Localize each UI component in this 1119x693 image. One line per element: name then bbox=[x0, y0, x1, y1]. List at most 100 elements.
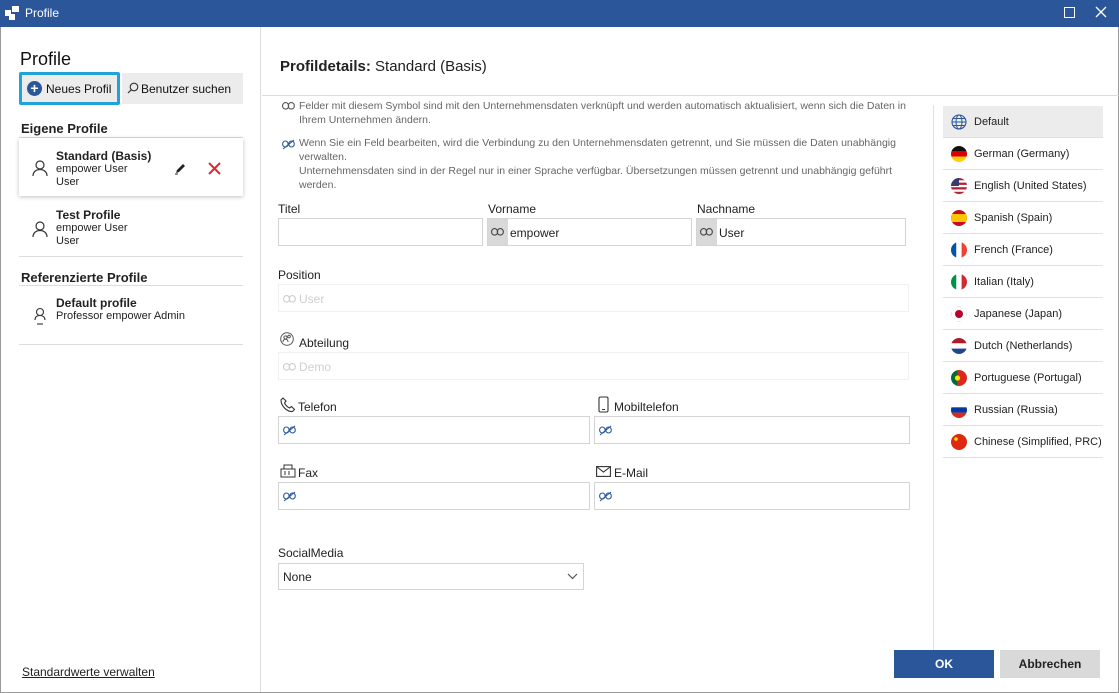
nachname-value: User bbox=[719, 226, 745, 240]
language-item-french[interactable]: French (France) bbox=[943, 234, 1103, 266]
link-icon bbox=[282, 102, 295, 110]
mobile-phone-icon bbox=[598, 396, 609, 413]
mobiltelefon-label: Mobiltelefon bbox=[614, 400, 679, 414]
fax-label: Fax bbox=[298, 466, 319, 480]
position-input: User bbox=[278, 284, 909, 312]
profile-sidebar: Profile + Neues Profil Benutzer suchen E… bbox=[1, 27, 261, 692]
language-item-japanese[interactable]: Japanese (Japan) bbox=[943, 298, 1103, 330]
info-linked-text: Felder mit diesem Symbol sind mit den Un… bbox=[299, 100, 906, 126]
profile-user: empower User bbox=[56, 222, 128, 234]
socialmedia-value: None bbox=[283, 570, 312, 584]
ok-button[interactable]: OK bbox=[894, 650, 994, 678]
language-item-portuguese[interactable]: Portuguese (Portugal) bbox=[943, 362, 1103, 394]
vorname-label: Vorname bbox=[488, 202, 537, 216]
language-item-italian[interactable]: Italian (Italy) bbox=[943, 266, 1103, 298]
info-unlinked-line2: Unternehmensdaten sind in der Regel nur … bbox=[299, 165, 893, 191]
own-profiles-title: Eigene Profile bbox=[21, 121, 108, 136]
user-icon bbox=[32, 221, 48, 238]
abteilung-value: Demo bbox=[299, 360, 332, 374]
language-item-russian[interactable]: Russian (Russia) bbox=[943, 394, 1103, 426]
app-icon bbox=[5, 6, 19, 20]
close-window-icon[interactable] bbox=[1091, 4, 1111, 22]
delete-x-icon[interactable] bbox=[207, 161, 222, 176]
language-list: Default German (Germany) English (United… bbox=[943, 106, 1103, 458]
unlink-icon bbox=[599, 425, 612, 436]
divider bbox=[933, 105, 934, 663]
edit-pencil-icon[interactable] bbox=[174, 162, 187, 175]
vorname-value: empower bbox=[510, 226, 560, 240]
divider bbox=[19, 285, 243, 286]
flag-pt-icon bbox=[951, 370, 967, 386]
profile-role: User bbox=[56, 235, 80, 247]
user-shared-icon bbox=[34, 307, 46, 325]
language-item-chinese[interactable]: Chinese (Simplified, PRC) bbox=[943, 426, 1103, 458]
manage-defaults-link[interactable]: Standardwerte verwalten bbox=[22, 665, 155, 679]
mobiltelefon-input[interactable] bbox=[594, 416, 910, 444]
profile-role: User bbox=[56, 176, 80, 188]
titel-input[interactable] bbox=[278, 218, 483, 246]
email-label: E-Mail bbox=[614, 466, 649, 480]
position-label: Position bbox=[278, 268, 321, 282]
phone-icon bbox=[280, 397, 296, 413]
nachname-input[interactable]: User bbox=[696, 218, 906, 246]
unlink-icon bbox=[283, 491, 296, 502]
flag-fr-icon bbox=[951, 242, 967, 258]
fax-input[interactable] bbox=[278, 482, 590, 510]
language-item-english[interactable]: English (United States) bbox=[943, 170, 1103, 202]
fax-icon bbox=[280, 464, 296, 478]
unlink-icon bbox=[282, 139, 295, 150]
link-icon bbox=[488, 219, 508, 245]
new-profile-button[interactable]: + Neues Profil bbox=[19, 72, 120, 105]
language-label: Default bbox=[974, 116, 1009, 128]
flag-de-icon bbox=[951, 146, 967, 162]
profile-item-standard[interactable]: Standard (Basis) empower User User bbox=[19, 138, 243, 196]
link-icon bbox=[697, 219, 717, 245]
language-label: Japanese (Japan) bbox=[974, 308, 1063, 320]
language-label: English (United States) bbox=[974, 180, 1087, 192]
language-label: French (France) bbox=[974, 244, 1053, 256]
language-item-german[interactable]: German (Germany) bbox=[943, 138, 1103, 170]
language-label: Portuguese (Portugal) bbox=[974, 372, 1082, 384]
nachname-label: Nachname bbox=[697, 202, 756, 216]
info-unlinked-line1: Wenn Sie ein Feld bearbeiten, wird die V… bbox=[299, 137, 896, 163]
telefon-input[interactable] bbox=[278, 416, 590, 444]
details-title-label: Profildetails: bbox=[280, 58, 371, 75]
profile-item-default[interactable]: Default profile Professor empower Admin bbox=[19, 291, 243, 331]
language-label: Dutch (Netherlands) bbox=[974, 340, 1073, 352]
chevron-down-icon bbox=[567, 573, 578, 580]
flag-nl-icon bbox=[951, 338, 967, 354]
cancel-button[interactable]: Abbrechen bbox=[1000, 650, 1100, 678]
link-icon bbox=[283, 295, 296, 303]
flag-ru-icon bbox=[951, 402, 967, 418]
profile-user: empower User bbox=[56, 163, 128, 175]
referenced-profiles-title: Referenzierte Profile bbox=[21, 270, 148, 285]
language-label: German (Germany) bbox=[974, 148, 1070, 160]
plus-circle-icon: + bbox=[27, 81, 42, 96]
divider bbox=[19, 344, 243, 345]
flag-us-icon bbox=[951, 178, 967, 194]
divider bbox=[19, 256, 243, 257]
language-label: Russian (Russia) bbox=[974, 404, 1058, 416]
abteilung-input: Demo bbox=[278, 352, 909, 380]
position-value: User bbox=[299, 292, 325, 306]
language-item-default[interactable]: Default bbox=[943, 106, 1103, 138]
globe-icon bbox=[951, 114, 967, 130]
language-label: Italian (Italy) bbox=[974, 276, 1034, 288]
maximize-icon[interactable] bbox=[1059, 4, 1079, 22]
profile-item-test[interactable]: Test Profile empower User User bbox=[19, 204, 243, 256]
link-icon bbox=[283, 363, 296, 371]
language-item-spanish[interactable]: Spanish (Spain) bbox=[943, 202, 1103, 234]
language-label: Chinese (Simplified, PRC) bbox=[974, 436, 1102, 448]
divider bbox=[262, 95, 1119, 96]
flag-it-icon bbox=[951, 274, 967, 290]
window-title: Profile bbox=[25, 6, 60, 20]
user-icon bbox=[32, 160, 48, 177]
unlink-icon bbox=[599, 491, 612, 502]
sidebar-heading: Profile bbox=[20, 49, 72, 69]
department-icon bbox=[280, 332, 294, 346]
search-user-button[interactable]: Benutzer suchen bbox=[122, 73, 243, 104]
socialmedia-select[interactable]: None bbox=[278, 563, 584, 590]
email-input[interactable] bbox=[594, 482, 910, 510]
language-item-dutch[interactable]: Dutch (Netherlands) bbox=[943, 330, 1103, 362]
vorname-input[interactable]: empower bbox=[487, 218, 692, 246]
